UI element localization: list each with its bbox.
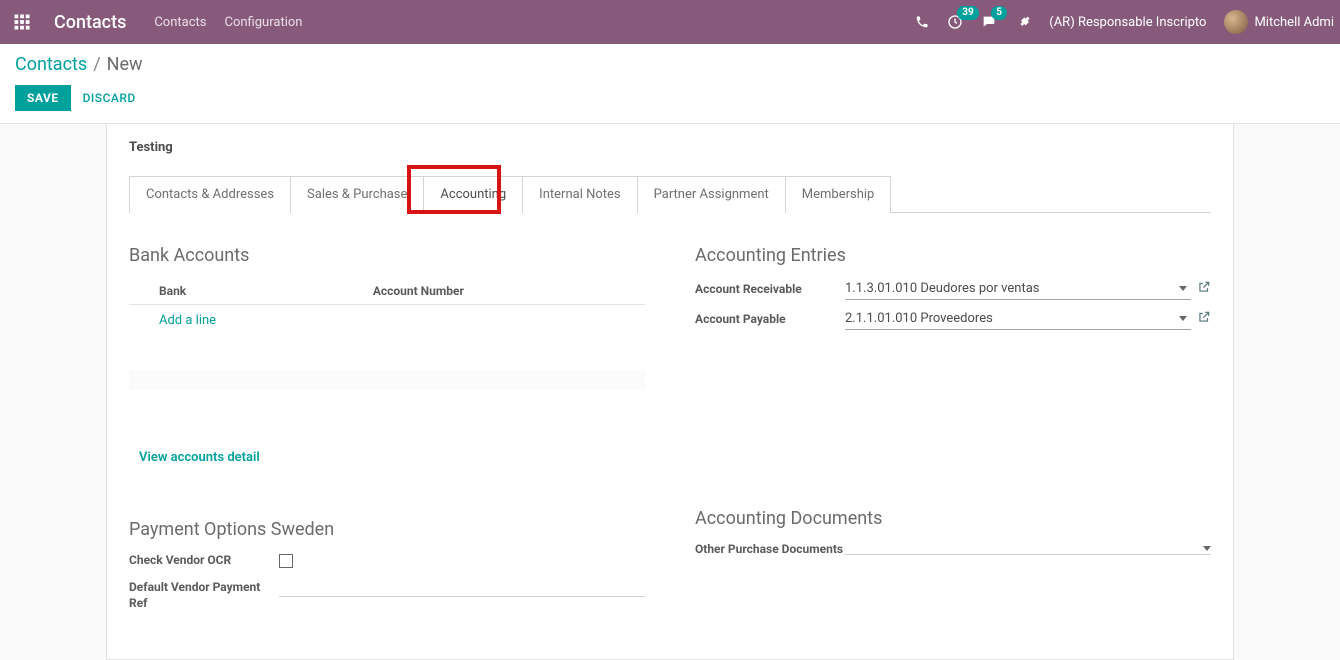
ar-external-link-icon[interactable]: [1197, 280, 1211, 298]
account-payable-select[interactable]: 2.1.1.01.010 Proveedores: [845, 308, 1191, 330]
label-account-receivable: Account Receivable: [695, 282, 845, 296]
breadcrumb-sep: /: [93, 54, 100, 75]
apps-icon[interactable]: [0, 13, 44, 31]
chevron-down-icon: [1179, 316, 1187, 321]
avatar: [1224, 10, 1248, 34]
tab-sales-purchase[interactable]: Sales & Purchase: [290, 176, 424, 213]
ap-external-link-icon[interactable]: [1197, 310, 1211, 328]
label-other-purchase-docs: Other Purchase Documents: [695, 541, 845, 557]
user-name: Mitchell Admi: [1254, 15, 1334, 30]
col-account-number: Account Number: [373, 284, 645, 298]
tab-partner-assignment[interactable]: Partner Assignment: [637, 176, 786, 213]
section-payment-options: Payment Options Sweden: [129, 519, 645, 540]
view-accounts-detail[interactable]: View accounts detail: [129, 450, 645, 465]
account-receivable-select[interactable]: 1.1.3.01.010 Deudores por ventas: [845, 278, 1191, 300]
check-vendor-ocr-checkbox[interactable]: [279, 554, 293, 568]
nav-contacts[interactable]: Contacts: [154, 15, 206, 30]
save-button[interactable]: Save: [15, 85, 71, 111]
tab-membership[interactable]: Membership: [785, 176, 892, 213]
discard-button[interactable]: Discard: [83, 91, 136, 105]
section-accounting-documents: Accounting Documents: [695, 508, 1211, 529]
breadcrumb-current: New: [107, 54, 143, 75]
other-purchase-docs-select[interactable]: [845, 543, 1211, 555]
account-payable-value: 2.1.1.01.010 Proveedores: [845, 311, 993, 326]
phone-icon[interactable]: [915, 15, 929, 29]
company-selector[interactable]: (AR) Responsable Inscripto: [1049, 15, 1206, 30]
empty-row: [129, 370, 645, 390]
chat-icon[interactable]: 5: [981, 14, 997, 30]
label-account-payable: Account Payable: [695, 312, 845, 326]
breadcrumb: Contacts / New: [15, 54, 1325, 75]
tab-accounting[interactable]: Accounting: [423, 176, 523, 213]
section-bank-accounts: Bank Accounts: [129, 245, 645, 266]
col-bank: Bank: [159, 284, 373, 298]
label-check-vendor-ocr: Check Vendor OCR: [129, 552, 279, 568]
breadcrumb-root[interactable]: Contacts: [15, 54, 87, 75]
default-vendor-ref-input[interactable]: [279, 581, 645, 597]
brand-title[interactable]: Contacts: [44, 12, 144, 33]
chevron-down-icon: [1179, 286, 1187, 291]
label-default-vendor-ref: Default Vendor Payment Ref: [129, 579, 279, 611]
activity-icon[interactable]: 39: [947, 14, 963, 30]
tab-bar: Contacts & Addresses Sales & Purchase Ac…: [129, 175, 1211, 213]
add-bank-line[interactable]: Add a line: [129, 305, 645, 336]
tab-internal-notes[interactable]: Internal Notes: [522, 176, 637, 213]
activity-badge: 39: [957, 6, 978, 20]
nav-configuration[interactable]: Configuration: [225, 15, 303, 30]
section-accounting-entries: Accounting Entries: [695, 245, 1211, 266]
user-menu[interactable]: Mitchell Admi: [1224, 10, 1334, 34]
debug-icon[interactable]: [1015, 14, 1031, 30]
account-receivable-value: 1.1.3.01.010 Deudores por ventas: [845, 281, 1040, 296]
tab-contacts-addresses[interactable]: Contacts & Addresses: [129, 176, 291, 213]
partner-name: Testing: [129, 140, 1211, 155]
chat-badge: 5: [991, 6, 1007, 20]
chevron-down-icon: [1203, 546, 1211, 551]
